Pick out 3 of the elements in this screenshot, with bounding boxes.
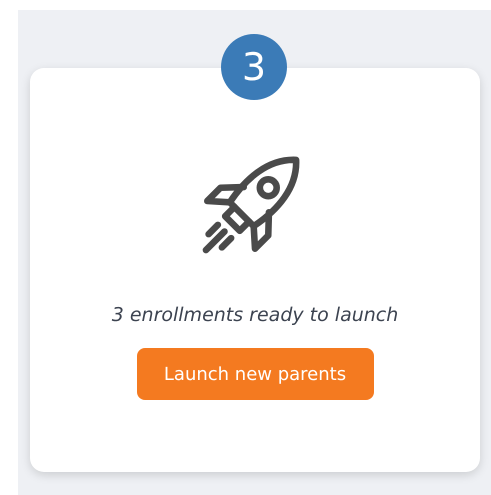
step-badge: 3	[221, 34, 287, 100]
launch-button[interactable]: Launch new parents	[136, 348, 374, 400]
status-message: 3 enrollments ready to launch	[112, 304, 398, 326]
